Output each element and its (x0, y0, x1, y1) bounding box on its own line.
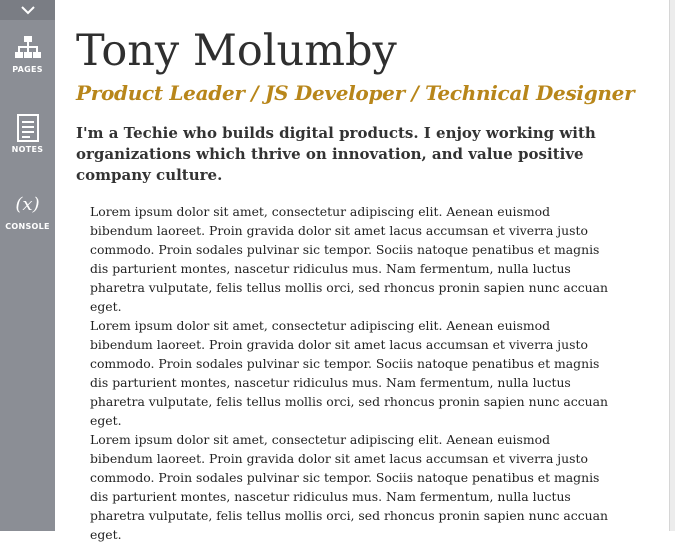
console-icon-glyph: (x) (15, 194, 40, 215)
sidebar-item-pages[interactable]: PAGES (0, 33, 55, 93)
tagline: Product Leader / JS Developer / Technica… (76, 81, 635, 105)
notes-icon (13, 113, 43, 143)
body-paragraph: Lorem ipsum dolor sit amet, consectetur … (90, 318, 609, 428)
chevron-down-icon (20, 6, 35, 15)
sitemap-icon (13, 33, 43, 63)
main-content: Tony Molumby Product Leader / JS Develop… (76, 0, 666, 542)
body-paragraph: Lorem ipsum dolor sit amet, consectetur … (90, 432, 609, 542)
body-text: Lorem ipsum dolor sit amet, consectetur … (90, 202, 615, 544)
body-paragraph: Lorem ipsum dolor sit amet, consectetur … (90, 204, 609, 314)
sidebar-item-label: CONSOLE (5, 222, 50, 231)
sidebar: PAGES NOTES (x) CONSOLE (0, 0, 55, 531)
page-title: Tony Molumby (76, 26, 397, 76)
sidebar-item-label: NOTES (11, 145, 44, 154)
scrollbar[interactable] (669, 0, 675, 531)
console-icon: (x) (13, 190, 43, 220)
sidebar-item-notes[interactable]: NOTES (0, 113, 55, 173)
sidebar-collapse-toggle[interactable] (0, 0, 55, 20)
sidebar-item-console[interactable]: (x) CONSOLE (0, 190, 55, 250)
sidebar-item-label: PAGES (12, 65, 43, 74)
intro-text: I'm a Techie who builds digital products… (76, 124, 596, 184)
